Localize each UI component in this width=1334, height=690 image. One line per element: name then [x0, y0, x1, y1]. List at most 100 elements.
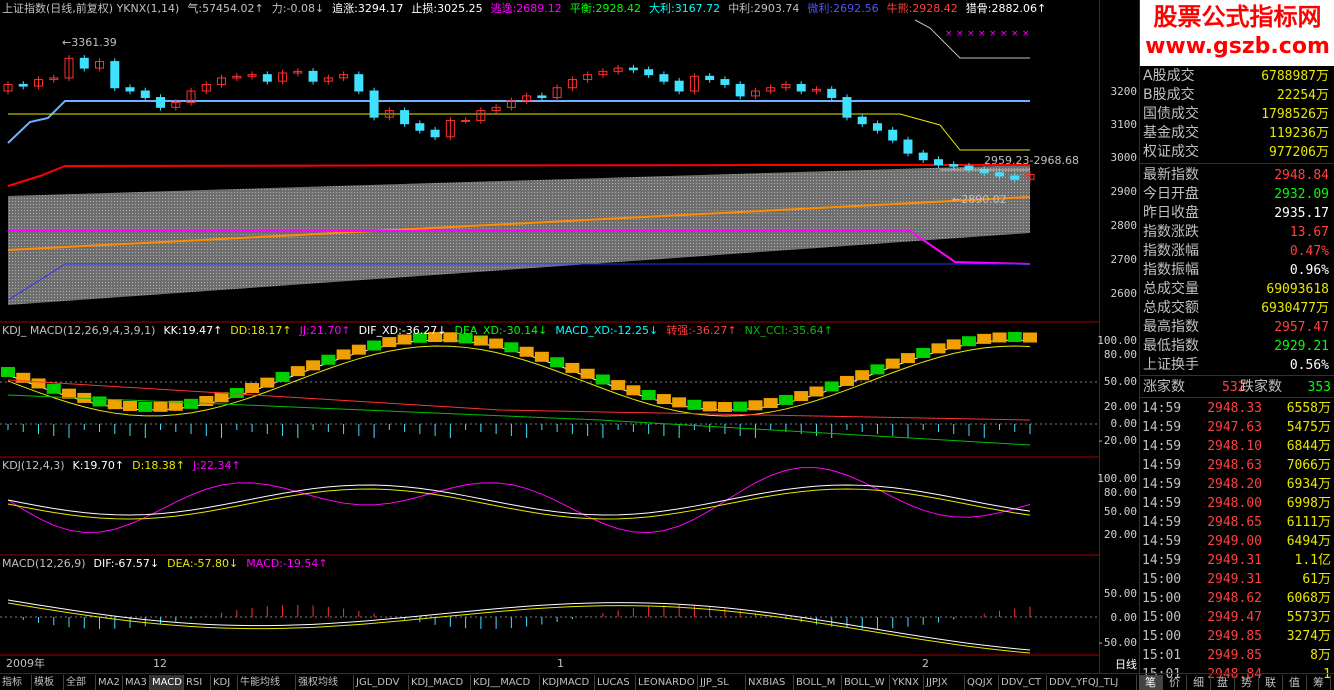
kdj-macd-bar — [550, 357, 565, 368]
kdj-macd-bar — [1007, 332, 1022, 343]
quote-stat-label: 今日开盘 — [1143, 186, 1199, 202]
tick-price: 2948.33 — [1207, 401, 1262, 416]
tab-rsi[interactable]: RSI — [184, 675, 211, 690]
main-header-value-7: 大利:3167.72 — [648, 2, 721, 15]
kdj-macd-indicator-chart — [0, 332, 1099, 446]
kdj-macd-header-value-6: MACD_XD:-12.25↓ — [555, 324, 659, 337]
tab-kdjmacd[interactable]: KDJMACD — [540, 675, 595, 690]
panel-tab-1[interactable]: 价 — [1163, 675, 1187, 690]
main-header-value-4: 止损:3025.25 — [411, 2, 483, 15]
candle-body — [659, 74, 669, 82]
tick-volume: 5475万 — [1286, 420, 1331, 435]
panel-tab-5[interactable]: 联 — [1259, 675, 1283, 690]
tab-jjp_sl[interactable]: JJP_SL — [698, 675, 746, 690]
main-axis-tick-label: 2800 — [1110, 219, 1138, 232]
candle-body — [400, 110, 410, 125]
tick-row[interactable]: 14:59 2947.63 5475万 — [1140, 418, 1334, 437]
tab-boll_w[interactable]: BOLL_W — [842, 675, 890, 690]
tab-kdj_macd[interactable]: KDJ_MACD — [409, 675, 471, 690]
volume-stat-row: A股成交 6788987万 — [1140, 67, 1334, 86]
tab-全部[interactable]: 全部 — [64, 675, 96, 690]
quote-stat-label: 指数涨跌 — [1143, 224, 1199, 240]
tab-lucas[interactable]: LUCAS — [595, 675, 636, 690]
panel-tab-0[interactable]: 笔 — [1139, 675, 1163, 690]
tick-row[interactable]: 14:59 2948.10 6844万 — [1140, 437, 1334, 456]
kdj-macd-bar — [733, 401, 748, 412]
tab-qqjx[interactable]: QQJX — [965, 675, 999, 690]
volume-stat-label: A股成交 — [1143, 68, 1195, 84]
candle-body — [842, 97, 852, 118]
period-label: 日线 — [1115, 658, 1137, 671]
tick-volume: 6068万 — [1286, 591, 1331, 606]
candle-body — [79, 57, 89, 69]
tab-nxbias[interactable]: NXBIAS — [746, 675, 794, 690]
quote-stat-value: 0.96% — [1289, 263, 1329, 278]
tick-row[interactable]: 15:00 2949.85 3274万 — [1140, 627, 1334, 646]
tab-指标[interactable]: 指标 — [0, 675, 32, 690]
tick-row[interactable]: 15:00 2949.31 61万 — [1140, 570, 1334, 589]
kdj-macd-bar — [992, 332, 1007, 343]
tab-kdj__macd[interactable]: KDJ__MACD — [471, 675, 540, 690]
kdj-macd-bar — [977, 333, 992, 344]
dif-line — [7, 599, 1031, 651]
panel-tab-6[interactable]: 值 — [1283, 675, 1307, 690]
tick-row[interactable]: 14:59 2948.00 6998万 — [1140, 494, 1334, 513]
tab-boll_m[interactable]: BOLL_M — [794, 675, 842, 690]
top-line — [914, 19, 1030, 59]
main-axis-tick-label: 2700 — [1110, 253, 1138, 266]
quote-stat-label: 最低指数 — [1143, 338, 1199, 354]
tick-row[interactable]: 15:00 2948.62 6068万 — [1140, 589, 1334, 608]
tick-row[interactable]: 14:59 2948.65 6111万 — [1140, 513, 1334, 532]
candle-body — [156, 97, 166, 108]
panel-tab-7[interactable]: 筹 — [1307, 675, 1331, 690]
panel-tab-4[interactable]: 势 — [1235, 675, 1259, 690]
tab-ddv_yfqj_tlj[interactable]: DDV_YFQJ_TLJ — [1047, 675, 1137, 690]
quote-stat-value: 2929.21 — [1274, 339, 1329, 354]
main-header-value-5: 逃逸:2689.12 — [490, 2, 562, 15]
panel-tab-3[interactable]: 盘 — [1211, 675, 1235, 690]
tab-ma2[interactable]: MA2 — [96, 675, 123, 690]
tab-yknx[interactable]: YKNX — [890, 675, 924, 690]
tick-row[interactable]: 15:01 2949.85 8万 — [1140, 646, 1334, 665]
volume-stat-label: B股成交 — [1143, 87, 1195, 103]
tick-volume: 6111万 — [1286, 515, 1331, 530]
tab-强权均线[interactable]: 强权均线 — [296, 675, 354, 690]
tab-leonardo[interactable]: LEONARDO — [636, 675, 698, 690]
tick-price: 2948.00 — [1207, 496, 1262, 511]
tick-volume: 61万 — [1302, 572, 1331, 587]
j-line — [7, 467, 1031, 534]
candle-body — [110, 61, 120, 89]
tick-row[interactable]: 14:59 2948.33 6558万 — [1140, 399, 1334, 418]
kdj-macd-bar — [31, 378, 46, 389]
tab-模板[interactable]: 模板 — [32, 675, 64, 690]
panel-tab-2[interactable]: 细 — [1187, 675, 1211, 690]
kdj-header-value-3: J:22.34↑ — [193, 459, 241, 472]
tab-ddv_ct[interactable]: DDV_CT — [999, 675, 1047, 690]
macd-axis-tick-label: 50.00 — [1103, 587, 1137, 600]
tab-jgl_ddv[interactable]: JGL_DDV — [354, 675, 409, 690]
tab-牛能均线[interactable]: 牛能均线 — [238, 675, 296, 690]
tick-row[interactable]: 14:59 2948.20 6934万 — [1140, 475, 1334, 494]
tick-price: 2948.20 — [1207, 477, 1262, 492]
tick-row[interactable]: 15:00 2949.47 5573万 — [1140, 608, 1334, 627]
kdj-macd-header-value-8: NX_CCI:-35.64↑ — [744, 324, 833, 337]
tick-row[interactable]: 14:59 2948.63 7066万 — [1140, 456, 1334, 475]
quote-stat-value: 2948.84 — [1274, 168, 1329, 183]
tab-jjpjx[interactable]: JJPJX — [924, 675, 965, 690]
quote-stat-label: 上证换手 — [1143, 357, 1199, 373]
kdj-macd-header-value-7: 转强:-36.27↑ — [666, 324, 737, 337]
main-header-value-8: 中利:2903.74 — [728, 2, 800, 15]
kdj-macd-bar — [153, 401, 168, 412]
tick-time: 14:59 — [1142, 553, 1182, 568]
kdj-macd-bar — [504, 342, 519, 353]
tab-ma3[interactable]: MA3 — [123, 675, 150, 690]
tab-macd[interactable]: MACD — [150, 675, 184, 690]
quote-stat-row: 指数振幅 0.96% — [1140, 261, 1334, 280]
kdj-macd-bar — [489, 338, 504, 349]
candle-body — [720, 79, 730, 85]
kdj-macd-bar — [824, 381, 839, 392]
tick-row[interactable]: 14:59 2949.31 1.1亿 — [1140, 551, 1334, 570]
tab-kdj[interactable]: KDJ — [211, 675, 238, 690]
chart-area[interactable]: × × × × × × × × 上证指数(日线,前复权) YKNX(1,14) 气:57454.… — [0, 0, 1099, 673]
tick-row[interactable]: 14:59 2949.00 6494万 — [1140, 532, 1334, 551]
